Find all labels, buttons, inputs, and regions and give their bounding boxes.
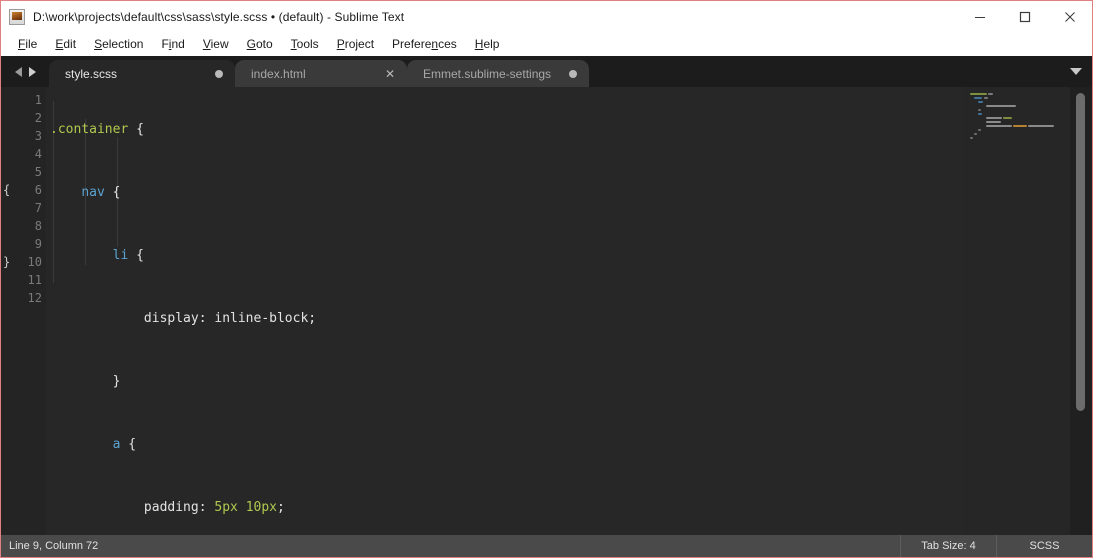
menu-item-help[interactable]: Help: [466, 34, 509, 54]
minimap-line: [974, 133, 977, 135]
tab-navigation: [1, 56, 49, 87]
arrow-left-icon[interactable]: [14, 66, 22, 77]
line-number: 10: [27, 255, 42, 269]
line-number: 12: [27, 291, 42, 305]
code-line-2[interactable]: nav {: [50, 184, 1092, 202]
cursor-position-status: Line 9, Column 72: [9, 540, 99, 552]
menu-item-tools[interactable]: Tools: [282, 34, 328, 54]
menu-item-preferences[interactable]: Preferences: [383, 34, 466, 54]
fold-marker-close[interactable]: }: [3, 253, 10, 271]
minimap-line: [978, 101, 983, 103]
css-selector: .container: [50, 122, 129, 137]
code-line-5[interactable]: }: [50, 373, 1092, 391]
code-line-4[interactable]: display: inline-block;: [50, 310, 1092, 328]
chevron-down-icon[interactable]: [1070, 68, 1082, 75]
css-tag-selector: nav: [81, 185, 105, 200]
css-brace: {: [128, 248, 144, 263]
line-number: 1: [34, 93, 42, 107]
menu-item-edit[interactable]: Edit: [46, 34, 85, 54]
css-brace: {: [120, 437, 137, 452]
code-line-6[interactable]: a {: [50, 436, 1092, 454]
tab-label: Emmet.sublime-settings: [423, 66, 552, 81]
minimap-line: [978, 109, 981, 111]
tab-close-icon[interactable]: ✕: [385, 68, 395, 80]
code-content[interactable]: .container { nav { li { display: inline-…: [50, 91, 1092, 535]
sublime-text-icon: [9, 8, 25, 25]
code-minimap[interactable]: [962, 87, 1070, 535]
tab-dirty-dot-icon[interactable]: [569, 69, 577, 78]
minimap-line: [986, 125, 1012, 127]
minimize-icon[interactable]: [957, 1, 1002, 32]
title-bar: D:\work\projects\default\css\sass\style.…: [1, 1, 1092, 32]
line-number: 9: [34, 237, 42, 251]
code-line-7[interactable]: padding: 5px 10px;: [50, 499, 1092, 517]
scrollbar-thumb[interactable]: [1076, 93, 1085, 411]
maximize-icon[interactable]: [1002, 1, 1047, 32]
css-declaration: display: inline-block;: [143, 311, 317, 326]
css-semicolon: ;: [277, 500, 285, 515]
css-brace: {: [104, 185, 121, 200]
close-icon[interactable]: [1047, 1, 1092, 32]
menu-item-view[interactable]: View: [194, 34, 238, 54]
menu-item-file[interactable]: File: [9, 34, 46, 54]
css-number: 10px: [245, 500, 277, 515]
minimap-line: [1028, 125, 1054, 127]
minimap-line: [974, 97, 982, 99]
minimap-line: [986, 117, 1002, 119]
tab-label: style.scss: [65, 66, 118, 81]
menu-item-selection[interactable]: Selection: [85, 34, 152, 54]
line-number: 6: [34, 183, 42, 197]
line-number: 4: [34, 147, 42, 161]
css-property: padding:: [143, 500, 215, 515]
line-number: 5: [34, 165, 42, 179]
minimap-line: [984, 97, 988, 99]
tab-style-scss[interactable]: style.scss: [49, 60, 235, 87]
menu-item-project[interactable]: Project: [328, 34, 383, 54]
menu-item-find[interactable]: Find: [152, 34, 193, 54]
tab-index-html[interactable]: index.html ✕: [235, 60, 407, 87]
css-space: [238, 500, 246, 515]
sublime-text-window: D:\work\projects\default\css\sass\style.…: [0, 0, 1093, 558]
code-line-3[interactable]: li {: [50, 247, 1092, 265]
tab-bar: style.scss index.html ✕ Emmet.sublime-se…: [1, 56, 1092, 87]
menu-item-goto[interactable]: Goto: [238, 34, 282, 54]
css-number: 5px: [214, 500, 238, 515]
vertical-scrollbar[interactable]: [1070, 87, 1092, 535]
css-brace: {: [128, 122, 144, 137]
code-line-1[interactable]: .container {: [50, 121, 1092, 139]
tab-label: index.html: [251, 66, 306, 81]
line-number-gutter: 1 2 3 4 5 6 7 8 9 10 11 12: [15, 87, 46, 535]
line-number: 8: [34, 219, 42, 233]
tab-emmet-sublime-settings[interactable]: Emmet.sublime-settings: [407, 60, 589, 87]
minimap-line: [970, 93, 987, 95]
css-brace: }: [112, 374, 121, 389]
minimap-line: [978, 113, 982, 115]
arrow-right-icon[interactable]: [28, 66, 36, 77]
window-controls: [957, 1, 1092, 32]
minimap-line: [1003, 117, 1012, 119]
editor-area[interactable]: { } 1 2 3 4 5 6 7 8 9 10 11 12 .containe…: [1, 87, 1092, 535]
line-number: 11: [27, 273, 42, 287]
minimap-line: [988, 93, 993, 95]
tab-dirty-dot-icon[interactable]: [215, 69, 223, 78]
line-number: 2: [34, 111, 42, 125]
line-number: 7: [34, 201, 42, 215]
minimap-line: [986, 121, 1001, 123]
tab-size-status[interactable]: Tab Size: 4: [900, 535, 996, 557]
status-bar: Line 9, Column 72 Tab Size: 4 SCSS: [1, 535, 1092, 557]
css-tag-selector: li: [112, 248, 129, 263]
minimap-line: [1013, 125, 1027, 127]
menu-bar: File Edit Selection Find View Goto Tools…: [1, 32, 1092, 56]
minimap-line: [986, 105, 1016, 107]
window-title: D:\work\projects\default\css\sass\style.…: [33, 9, 405, 24]
fold-gutter[interactable]: { }: [1, 87, 15, 535]
syntax-status[interactable]: SCSS: [996, 535, 1092, 557]
minimap-line: [970, 137, 973, 139]
line-number: 3: [34, 129, 42, 143]
fold-marker-open[interactable]: {: [3, 181, 10, 199]
minimap-line: [978, 129, 981, 131]
